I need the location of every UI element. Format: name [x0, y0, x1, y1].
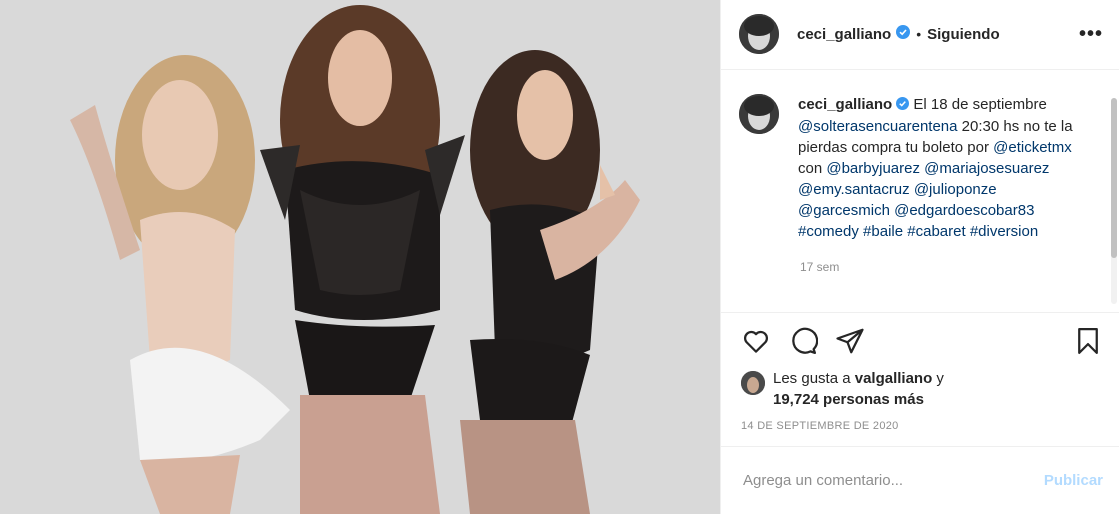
caption-link[interactable]: @barbyjuarez — [826, 160, 920, 177]
caption-link[interactable]: #baile — [863, 223, 903, 240]
more-options-icon[interactable]: ••• — [1079, 23, 1103, 46]
photo-three-women — [0, 0, 720, 514]
instagram-post: ceci_galliano • Siguiendo ••• ceci_galli… — [0, 0, 1119, 514]
post-header: ceci_galliano • Siguiendo ••• — [721, 0, 1119, 70]
comments-area: ceci_galliano El 18 de septiembre @solte… — [721, 70, 1119, 314]
liker-avatar[interactable] — [741, 371, 765, 396]
caption-avatar[interactable] — [739, 93, 779, 134]
comment-composer: Publicar — [721, 447, 1119, 514]
heart-icon[interactable] — [741, 326, 771, 356]
caption-link[interactable]: @garcesmich — [798, 202, 890, 219]
caption-segment: El 18 de septiembre — [909, 95, 1047, 113]
likes-count[interactable]: 19,724 personas más — [773, 391, 924, 408]
caption-username[interactable]: ceci_galliano — [798, 96, 892, 113]
verified-badge-icon — [896, 24, 911, 44]
post-photo[interactable] — [0, 0, 720, 514]
caption: ceci_galliano El 18 de septiembre @solte… — [739, 93, 1101, 242]
likes-middle: y — [932, 370, 944, 388]
scrollbar-thumb[interactable] — [1111, 97, 1117, 258]
author-username[interactable]: ceci_galliano — [797, 26, 891, 43]
separator-dot: • — [916, 26, 922, 43]
caption-link[interactable]: @solterasencuarentena — [798, 118, 958, 135]
caption-link[interactable]: @julioponze — [914, 181, 997, 198]
caption-link[interactable]: @emy.santacruz — [798, 181, 910, 198]
likes-text: Les gusta a valgalliano y 19,724 persona… — [773, 368, 944, 410]
caption-link[interactable]: #cabaret — [907, 223, 965, 240]
caption-timestamp: 17 sem — [800, 259, 840, 274]
caption-text: ceci_galliano El 18 de septiembre @solte… — [798, 94, 1073, 242]
verified-badge-icon — [896, 95, 910, 116]
caption-link[interactable]: #comedy — [798, 223, 859, 240]
caption-link[interactable]: #diversion — [970, 223, 1038, 240]
caption-link[interactable]: @eticketmx — [993, 139, 1072, 156]
comments-scrollbar[interactable] — [1111, 97, 1117, 304]
caption-link[interactable]: @mariajosesuarez — [924, 160, 1049, 177]
comment-input[interactable] — [741, 470, 1044, 490]
following-button[interactable]: Siguiendo — [927, 26, 1000, 43]
likes-summary: Les gusta a valgalliano y 19,724 persona… — [721, 368, 1119, 410]
caption-segment: con — [798, 159, 827, 177]
comment-icon[interactable] — [788, 326, 818, 356]
action-bar — [721, 313, 1119, 368]
author-avatar[interactable] — [739, 14, 779, 55]
bookmark-icon[interactable] — [1073, 326, 1103, 356]
post-sidebar: ceci_galliano • Siguiendo ••• ceci_galli… — [720, 0, 1119, 514]
share-icon[interactable] — [835, 326, 865, 356]
caption-link[interactable]: @edgardoescobar83 — [894, 202, 1034, 219]
liker-username[interactable]: valgalliano — [855, 370, 933, 387]
publish-button[interactable]: Publicar — [1044, 472, 1103, 489]
likes-prefix: Les gusta a — [773, 370, 855, 388]
post-date: 14 DE SEPTIEMBRE DE 2020 — [721, 410, 1119, 447]
